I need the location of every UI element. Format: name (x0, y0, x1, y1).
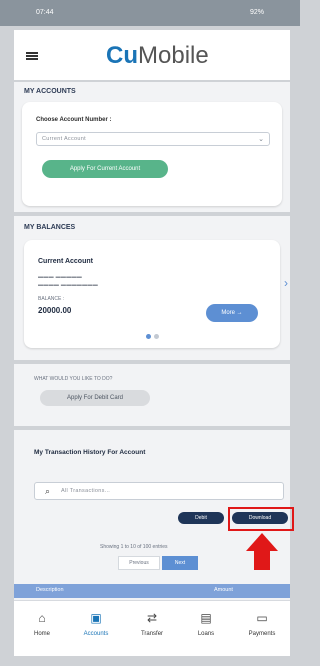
actions-section: WHAT WOULD YOU LIKE TO DO? Apply For Deb… (14, 364, 290, 426)
search-icon: ⌕ (45, 486, 51, 496)
highlight-arrow (246, 533, 278, 551)
logo-mobile: Mobile (138, 42, 209, 69)
accounts-title: MY ACCOUNTS (24, 88, 76, 95)
app-logo: CuMobile (106, 42, 209, 70)
history-title: My Transaction History For Account (34, 449, 146, 456)
entries-count: Showing 1 to 10 of 100 entries (100, 544, 168, 550)
balance-label: BALANCE : (38, 296, 65, 302)
bottom-navigation: ⌂ Home ▣ Accounts ⇄ Transfer ▤ Loans ▭ P… (14, 600, 290, 656)
logo-cu: Cu (106, 42, 138, 69)
iban-line: ▬▬▬▬ ▬▬▬▬▬▬▬ (38, 282, 98, 288)
nav-accounts[interactable]: ▣ Accounts (68, 611, 124, 637)
previous-page-button[interactable]: Previous (118, 556, 160, 570)
debit-filter-button[interactable]: Debit (178, 512, 224, 524)
accounts-card: Choose Account Number : Current Account … (22, 102, 282, 206)
status-bar: 07:44 92% (0, 0, 300, 26)
nav-transfer-label: Transfer (140, 631, 164, 637)
app-header: CuMobile (14, 30, 290, 80)
chevron-right-icon[interactable]: › (284, 276, 288, 290)
balances-title: MY BALANCES (24, 224, 76, 231)
status-time: 07:44 (36, 9, 54, 16)
loans-icon: ▤ (200, 611, 212, 625)
carousel-dot[interactable] (154, 334, 159, 339)
next-page-button[interactable]: Next (162, 556, 198, 570)
nav-home-label: Home (33, 631, 50, 637)
table-header: Description Amount (14, 584, 290, 598)
account-number-line: ▬▬▬ ▬▬▬▬▬ (38, 274, 83, 280)
apply-debit-card-button[interactable]: Apply For Debit Card (40, 390, 150, 406)
nav-payments[interactable]: ▭ Payments (234, 611, 290, 637)
transaction-search[interactable]: ⌕ All Transactions... (34, 482, 284, 500)
account-select-value: Current Account (42, 136, 86, 142)
highlight-box (228, 507, 294, 531)
nav-loans-label: Loans (197, 631, 215, 637)
nav-payments-label: Payments (248, 631, 276, 637)
chevron-down-icon: ⌄ (258, 136, 264, 143)
nav-accounts-label: Accounts (83, 631, 109, 637)
status-battery: 92% (249, 9, 264, 16)
apply-current-account-button[interactable]: Apply For Current Account (42, 160, 168, 178)
accounts-icon: ▣ (90, 611, 102, 625)
choose-account-label: Choose Account Number : (36, 117, 112, 123)
hamburger-menu-icon[interactable] (26, 52, 38, 60)
balances-section: MY BALANCES ‹ › Current Account ▬▬▬ ▬▬▬▬… (14, 216, 290, 360)
payments-icon: ▭ (256, 611, 268, 625)
nav-transfer[interactable]: ⇄ Transfer (124, 611, 180, 637)
search-placeholder: All Transactions... (61, 488, 111, 494)
actions-question: WHAT WOULD YOU LIKE TO DO? (34, 376, 113, 382)
transfer-icon: ⇄ (146, 611, 158, 625)
balance-card: Current Account ▬▬▬ ▬▬▬▬▬ ▬▬▬▬ ▬▬▬▬▬▬▬ B… (24, 240, 280, 348)
highlight-arrow-stem (254, 550, 270, 570)
col-description: Description (36, 587, 64, 593)
col-amount: Amount (214, 587, 233, 593)
carousel-dot-active[interactable] (146, 334, 151, 339)
balance-amount: 20000.00 (38, 306, 72, 315)
nav-loans[interactable]: ▤ Loans (178, 611, 234, 637)
home-icon: ⌂ (38, 611, 46, 625)
balance-account-name: Current Account (38, 258, 93, 265)
nav-home[interactable]: ⌂ Home (14, 611, 70, 637)
account-select[interactable]: Current Account ⌄ (36, 132, 270, 146)
more-button[interactable]: More → (206, 304, 258, 322)
accounts-section: MY ACCOUNTS Choose Account Number : Curr… (14, 82, 290, 212)
